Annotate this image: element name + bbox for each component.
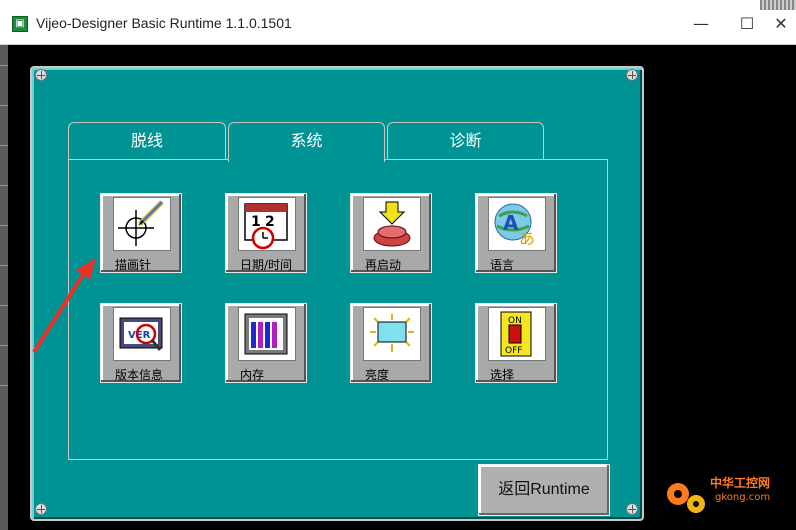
watermark-line2: gkong.com bbox=[715, 492, 771, 503]
watermark-line1: 中华工控网 bbox=[710, 476, 771, 490]
watermark: 中华工控网 gkong.com bbox=[660, 470, 790, 520]
annotation-arrow-icon bbox=[32, 258, 96, 354]
gear-icon bbox=[667, 483, 705, 513]
